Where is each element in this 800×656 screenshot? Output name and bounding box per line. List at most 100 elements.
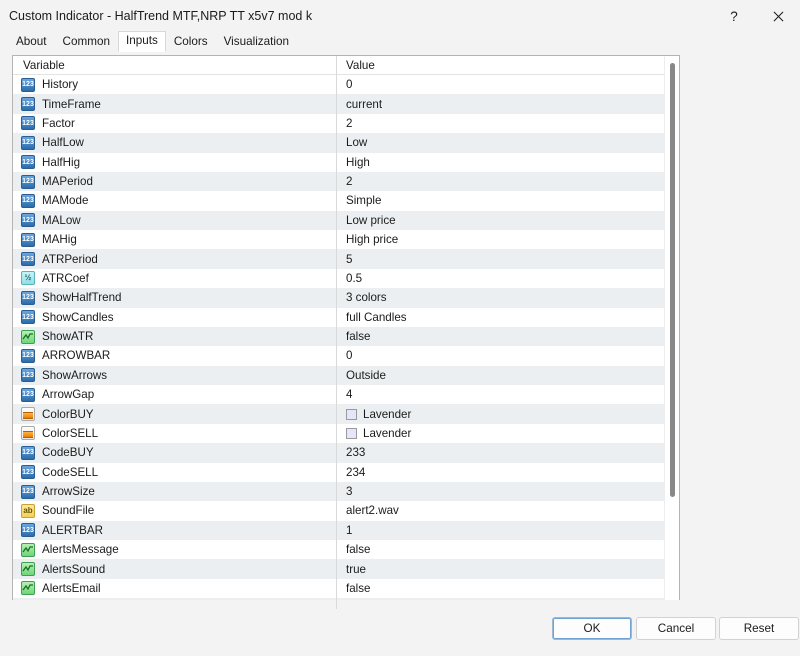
cancel-button[interactable]: Cancel — [636, 617, 716, 640]
variable-cell: 123 ArrowSize — [13, 484, 336, 499]
ok-button[interactable]: OK — [552, 617, 632, 640]
value-cell[interactable]: true — [336, 563, 665, 576]
value-text: High price — [346, 233, 399, 247]
variable-cell: 123 MAHig — [13, 232, 336, 247]
value-cell[interactable]: 5 — [336, 253, 665, 266]
table-row[interactable]: 123 ARROWBAR 0 — [13, 346, 665, 366]
table-row[interactable]: ColorSELL Lavender — [13, 423, 665, 444]
column-header-value: Value — [346, 58, 375, 72]
tab-inputs[interactable]: Inputs — [117, 31, 166, 52]
inputs-list-panel: Variable Value 123 History 0 123 TimeFrame cu… — [12, 55, 680, 610]
value-cell[interactable]: false — [336, 543, 665, 556]
scrollbar-thumb[interactable] — [670, 63, 675, 497]
value-cell[interactable]: alert2.wav — [336, 504, 665, 517]
value-cell[interactable]: High — [336, 156, 665, 169]
table-row[interactable]: 123 HalfHig High — [13, 152, 665, 172]
value-cell[interactable]: 3 colors — [336, 291, 665, 304]
variable-name: ShowArrows — [42, 368, 108, 382]
value-cell[interactable]: 234 — [336, 466, 665, 479]
variable-cell: 123 ALERTBAR — [13, 523, 336, 538]
variable-cell: 123 MAMode — [13, 193, 336, 208]
side-button-group: Load Save — [690, 52, 788, 656]
value-cell[interactable]: Low price — [336, 214, 665, 227]
value-cell[interactable]: 3 — [336, 485, 665, 498]
integer-type-icon: 123 — [21, 348, 35, 363]
table-row[interactable]: 123 ALERTBAR 1 — [13, 520, 665, 540]
value-cell[interactable]: High price — [336, 233, 665, 246]
value-cell[interactable]: 233 — [336, 446, 665, 459]
table-row[interactable]: 123 History 0 — [13, 75, 665, 95]
table-row[interactable]: 123 CodeSELL 234 — [13, 462, 665, 482]
variable-name: HalfLow — [42, 136, 84, 150]
value-text: 0 — [346, 78, 353, 92]
tab-visualization[interactable]: Visualization — [216, 32, 297, 52]
value-text: 3 — [346, 485, 353, 499]
variable-name: History — [42, 78, 79, 92]
value-text: 3 colors — [346, 291, 387, 305]
value-cell[interactable]: 1 — [336, 524, 665, 537]
table-row[interactable]: 123 CodeBUY 233 — [13, 443, 665, 463]
value-cell[interactable]: Low — [336, 136, 665, 149]
integer-type-icon: 123 — [21, 155, 35, 170]
table-row[interactable]: 123 ShowArrows Outside — [13, 365, 665, 385]
help-icon[interactable]: ? — [712, 0, 756, 32]
variable-name: AlertsMessage — [42, 543, 119, 557]
variable-cell: 123 CodeSELL — [13, 465, 336, 480]
string-type-icon: ab — [21, 503, 35, 518]
close-icon[interactable] — [756, 0, 800, 32]
value-cell[interactable]: Simple — [336, 194, 665, 207]
reset-button[interactable]: Reset — [719, 617, 799, 640]
table-row[interactable]: 123 ShowCandles full Candles — [13, 307, 665, 327]
value-text: alert2.wav — [346, 504, 399, 518]
table-row[interactable]: 123 ShowHalfTrend 3 colors — [13, 288, 665, 308]
value-cell[interactable]: 4 — [336, 388, 665, 401]
table-row[interactable]: 123 MAHig High price — [13, 230, 665, 250]
value-cell[interactable]: Outside — [336, 369, 665, 382]
table-row[interactable]: ColorBUY Lavender — [13, 404, 665, 424]
integer-type-icon: 123 — [21, 232, 35, 247]
table-row[interactable]: AlertsEmail false — [13, 578, 665, 599]
value-text: true — [346, 562, 366, 576]
table-row[interactable]: AlertsSound true — [13, 559, 665, 579]
table-row[interactable]: ShowATR false — [13, 326, 665, 347]
value-cell[interactable]: 0.5 — [336, 272, 665, 285]
table-row[interactable]: 123 MAPeriod 2 — [13, 171, 665, 192]
inputs-list-clip: Variable Value 123 History 0 123 TimeFrame cu… — [13, 56, 665, 609]
variable-cell: 123 Factor — [13, 116, 336, 131]
value-cell[interactable]: current — [336, 98, 665, 111]
color-swatch — [346, 427, 357, 439]
value-cell[interactable]: 2 — [336, 175, 665, 188]
value-cell[interactable]: 0 — [336, 349, 665, 362]
variable-cell: ColorSELL — [13, 426, 336, 441]
value-text: Lavender — [363, 426, 412, 440]
variable-cell: 123 ArrowGap — [13, 387, 336, 402]
variable-cell: 123 ShowCandles — [13, 310, 336, 325]
table-row[interactable]: AlertsMessage false — [13, 540, 665, 560]
table-row[interactable]: 123 Factor 2 — [13, 113, 665, 134]
table-row[interactable]: ½ ATRCoef 0.5 — [13, 268, 665, 289]
table-row[interactable]: 123 ArrowSize 3 — [13, 481, 665, 502]
value-cell[interactable]: false — [336, 330, 665, 343]
value-cell[interactable]: false — [336, 582, 665, 595]
value-cell[interactable]: Lavender — [336, 427, 665, 440]
table-row[interactable]: 123 MAMode Simple — [13, 191, 665, 211]
value-cell[interactable]: full Candles — [336, 311, 665, 324]
table-row[interactable]: 123 ATRPeriod 5 — [13, 249, 665, 269]
variable-name: ATRCoef — [42, 271, 89, 285]
variable-name: AlertsSound — [42, 562, 106, 576]
tab-colors[interactable]: Colors — [166, 32, 216, 52]
value-cell[interactable]: 0 — [336, 78, 665, 91]
variable-cell: 123 MAPeriod — [13, 174, 336, 189]
tab-common[interactable]: Common — [55, 32, 118, 52]
variable-cell: 123 MALow — [13, 213, 336, 228]
value-cell[interactable]: Lavender — [336, 408, 665, 421]
table-row[interactable]: 123 ArrowGap 4 — [13, 385, 665, 405]
tab-about[interactable]: About — [8, 32, 55, 52]
value-text: Low — [346, 136, 368, 150]
table-row[interactable]: 123 MALow Low price — [13, 210, 665, 230]
table-row[interactable]: ab SoundFile alert2.wav — [13, 501, 665, 521]
table-row[interactable]: 123 TimeFrame current — [13, 94, 665, 114]
vertical-scrollbar[interactable] — [664, 56, 679, 609]
value-cell[interactable]: 2 — [336, 117, 665, 130]
table-row[interactable]: 123 HalfLow Low — [13, 133, 665, 153]
